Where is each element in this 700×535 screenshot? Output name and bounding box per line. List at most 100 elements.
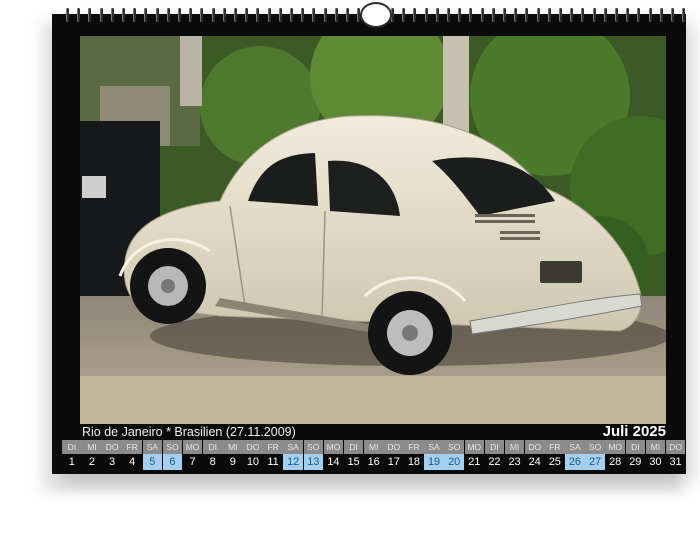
weekday-label: MI (504, 440, 525, 454)
weekday-label: DO (102, 440, 122, 454)
binding-ring-icon (637, 8, 641, 22)
day-number: 5 (142, 454, 163, 470)
weekday-label: MI (223, 440, 243, 454)
day-cell: DO 24 (524, 440, 545, 470)
binding-ring-icon (603, 8, 607, 22)
binding-ring-icon (99, 8, 103, 22)
day-cell: DI 1 (62, 440, 82, 470)
binding-ring-icon (211, 8, 215, 22)
day-number: 16 (363, 454, 384, 470)
binding-ring-icon (592, 8, 596, 22)
day-cell: FR 18 (404, 440, 424, 470)
binding-ring-icon (256, 8, 260, 22)
binding-ring-icon (547, 8, 551, 22)
day-number: 23 (504, 454, 525, 470)
binding-ring-icon (334, 8, 338, 22)
weekday-label: DO (524, 440, 545, 454)
weekday-label: MO (323, 440, 344, 454)
day-number: 12 (283, 454, 303, 470)
weekday-label: SO (585, 440, 605, 454)
binding-ring-icon (413, 8, 417, 22)
weekday-label: DO (665, 440, 686, 454)
day-number: 7 (182, 454, 203, 470)
binding-ring-icon (200, 8, 204, 22)
weekday-label: MI (645, 440, 666, 454)
day-number: 4 (122, 454, 142, 470)
day-number: 20 (444, 454, 464, 470)
day-cell: MO 14 (323, 440, 344, 470)
binding-ring-icon (435, 8, 439, 22)
weekday-label: MI (363, 440, 384, 454)
day-number: 8 (202, 454, 223, 470)
binding-ring-icon (312, 8, 316, 22)
weekday-label: DI (62, 440, 82, 454)
binding-ring-icon (66, 8, 69, 22)
binding-ring-icon (323, 8, 327, 22)
day-number: 10 (243, 454, 263, 470)
binding-ring-icon (133, 8, 137, 22)
binding-ring-icon (659, 8, 663, 22)
day-cell: SA 19 (424, 440, 444, 470)
day-cell: MI 23 (504, 440, 525, 470)
day-cell: SO 6 (162, 440, 183, 470)
day-number: 15 (343, 454, 364, 470)
weekday-label: MO (464, 440, 485, 454)
binding-ring-icon (402, 8, 406, 22)
binding-ring-icon (525, 8, 529, 22)
day-cell: MI 16 (363, 440, 384, 470)
day-number: 17 (384, 454, 404, 470)
day-number: 29 (625, 454, 646, 470)
binding-ring-icon (290, 8, 294, 22)
day-cell: MI 30 (645, 440, 666, 470)
binding-ring-icon (155, 8, 159, 22)
binding-ring-icon (648, 8, 652, 22)
day-number: 28 (605, 454, 625, 470)
day-cell: DI 29 (625, 440, 646, 470)
binding-ring-icon (458, 8, 462, 22)
day-grid: DI 1 MI 2 DO 3 FR 4 SA 5 SO 6 MO 7 DI 8 MI 9 DO 10 FR 11 SA 12 S… (62, 440, 686, 470)
weekday-label: SA (142, 440, 163, 454)
binding-ring-icon (614, 8, 618, 22)
day-cell: DI 15 (343, 440, 364, 470)
binding-ring-icon (514, 8, 518, 22)
weekday-label: DI (202, 440, 223, 454)
weekday-label: FR (122, 440, 142, 454)
binding-ring-icon (278, 8, 282, 22)
binding-ring-icon (234, 8, 238, 22)
weekday-label: FR (545, 440, 565, 454)
vw-beetle-photo (80, 36, 666, 424)
weekday-label: SA (283, 440, 303, 454)
binding-ring-icon (491, 8, 495, 22)
binding-ring-icon (178, 8, 182, 22)
day-cell: DI 22 (484, 440, 505, 470)
day-number: 11 (263, 454, 283, 470)
weekday-label: SO (162, 440, 183, 454)
day-number: 3 (102, 454, 122, 470)
day-cell: SA 26 (565, 440, 585, 470)
weekday-label: SO (444, 440, 464, 454)
day-number: 9 (223, 454, 243, 470)
day-number: 30 (645, 454, 666, 470)
month-title: Juli 2025 (602, 423, 666, 440)
day-cell: MO 28 (605, 440, 625, 470)
day-cell: DO 17 (384, 440, 404, 470)
binding-ring-icon (166, 8, 170, 22)
weekday-label: DO (384, 440, 404, 454)
day-cell: SO 20 (444, 440, 464, 470)
day-number: 13 (303, 454, 324, 470)
day-number: 26 (565, 454, 585, 470)
day-cell: FR 4 (122, 440, 142, 470)
binding-ring-icon (88, 8, 92, 22)
day-cell: SA 5 (142, 440, 163, 470)
binding-ring-icon (424, 8, 428, 22)
binding-ring-icon (682, 8, 686, 22)
day-number: 24 (524, 454, 545, 470)
binding-ring-icon (346, 8, 350, 22)
weekday-label: SA (424, 440, 444, 454)
day-number: 25 (545, 454, 565, 470)
day-number: 31 (665, 454, 686, 470)
day-cell: FR 25 (545, 440, 565, 470)
day-cell: DO 10 (243, 440, 263, 470)
weekday-label: DO (243, 440, 263, 454)
hanger-hook-icon (360, 2, 392, 28)
